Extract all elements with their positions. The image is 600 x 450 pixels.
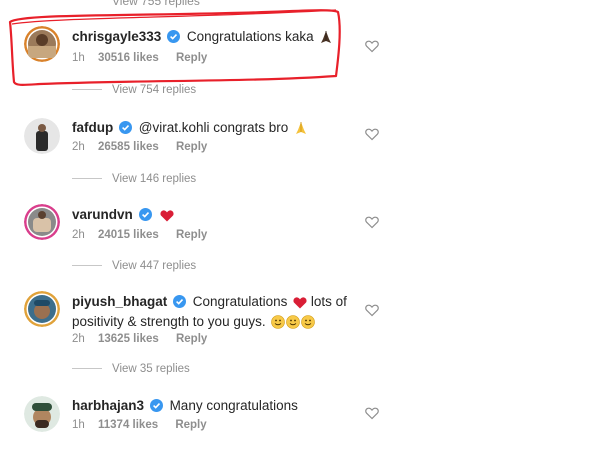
comment-meta: 2h 13625 likes Reply [72,333,207,345]
username[interactable]: varundvn [72,207,133,222]
verified-badge-icon [149,399,163,416]
reply-button[interactable]: Reply [176,52,207,64]
username[interactable]: fafdup [72,120,113,135]
like-heart-icon[interactable] [365,127,379,141]
reply-button[interactable]: Reply [175,419,206,431]
timestamp: 2h [72,141,85,153]
comment-text-line2: positivity & strength to you guys. [72,314,266,329]
avatar[interactable] [24,26,60,62]
folded-hands-icon [294,121,308,139]
smiley-face-icon [271,315,316,333]
view-replies-link[interactable]: View 447 replies [72,260,196,272]
likes-count[interactable]: 30516 likes [98,52,159,64]
folded-hands-dark-icon [319,30,333,48]
likes-count[interactable]: 11374 likes [98,419,158,431]
red-heart-icon [293,296,307,313]
divider-line [72,89,102,91]
reply-button[interactable]: Reply [176,229,207,241]
comment-text-block: piyush_bhagat Congratulations lots of po… [72,293,362,333]
timestamp: 2h [72,333,85,345]
comment-meta: 1h 11374 likes Reply [72,419,207,431]
like-heart-icon[interactable] [365,303,379,317]
avatar[interactable] [24,396,60,432]
view-replies-link[interactable]: View 146 replies [72,173,196,185]
timestamp: 1h [72,419,85,431]
comment-text: Many congratulations [169,398,298,413]
likes-count[interactable]: 13625 likes [98,333,159,345]
likes-count[interactable]: 26585 likes [98,141,159,153]
comment-text-block: chrisgayle333 Congratulations kaka [72,28,362,48]
verified-badge-icon [167,30,181,47]
avatar[interactable] [24,291,60,327]
divider-line [72,368,102,370]
comment-meta: 2h 26585 likes Reply [72,141,207,153]
timestamp: 1h [72,52,85,64]
username[interactable]: chrisgayle333 [72,29,161,44]
comment-text-cont: lots of [310,294,347,309]
username[interactable]: piyush_bhagat [72,294,167,309]
timestamp: 2h [72,229,85,241]
comment-meta: 2h 24015 likes Reply [72,229,207,241]
comment-meta: 1h 30516 likes Reply [72,52,207,64]
avatar[interactable] [24,118,60,154]
avatar[interactable] [24,204,60,240]
reply-button[interactable]: Reply [176,333,207,345]
comment-text: Congratulations [192,294,288,309]
view-replies-cutoff[interactable]: View 755 replies [112,0,200,8]
comment-text-block: fafdup @virat.kohli congrats bro [72,119,362,139]
likes-count[interactable]: 24015 likes [98,229,159,241]
red-heart-icon [160,209,174,226]
username[interactable]: harbhajan3 [72,398,144,413]
like-heart-icon[interactable] [365,215,379,229]
comment-text: Congratulations kaka [186,29,314,44]
comment-text-block: harbhajan3 Many congratulations [72,397,362,416]
divider-line [72,178,102,180]
view-replies-link[interactable]: View 754 replies [72,84,196,96]
comment-text-block: varundvn [72,206,362,226]
divider-line [72,265,102,267]
like-heart-icon[interactable] [365,406,379,420]
verified-badge-icon [138,208,152,225]
view-replies-link[interactable]: View 35 replies [72,363,190,375]
like-heart-icon[interactable] [365,39,379,53]
verified-badge-icon [173,295,187,312]
verified-badge-icon [119,121,133,138]
comment-text: @virat.kohli congrats bro [138,120,289,135]
reply-button[interactable]: Reply [176,141,207,153]
